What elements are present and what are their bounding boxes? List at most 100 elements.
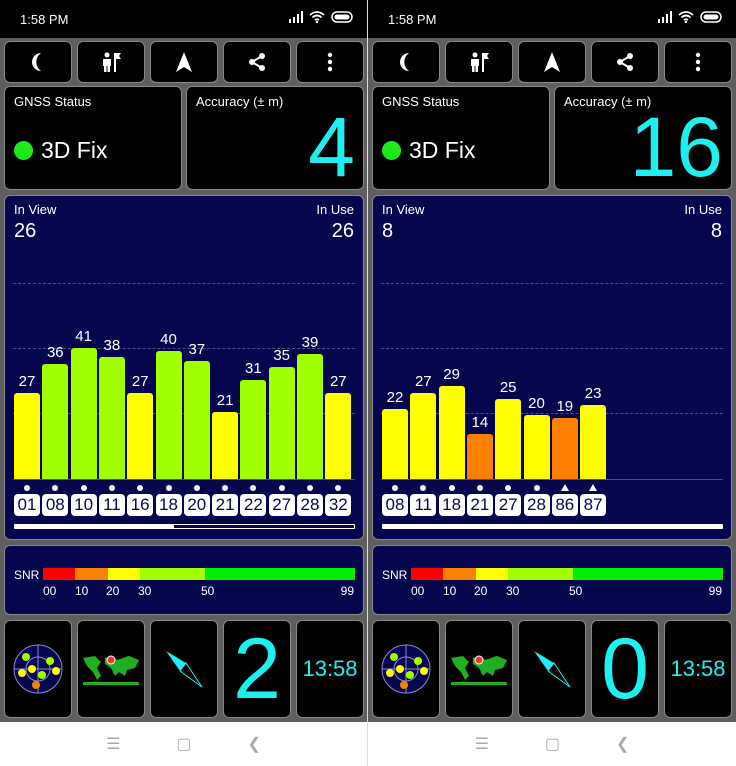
gnss-status-tile[interactable]: GNSS Status 3D Fix xyxy=(4,86,182,190)
clock-tile[interactable]: 13:58 xyxy=(664,620,732,718)
gridline xyxy=(13,283,355,284)
satellite-prn-label[interactable]: 32 xyxy=(325,494,352,516)
satellite-prn-label[interactable]: 28 xyxy=(297,494,323,516)
bar-value-label: 27 xyxy=(329,372,347,390)
snr-legend: SNR 00 10 20 30 50 99 xyxy=(372,545,732,615)
signal-icon xyxy=(658,11,672,23)
accuracy-value: 16 xyxy=(629,100,723,194)
satellite-prn-label[interactable]: 18 xyxy=(155,494,182,516)
accuracy-label: Accuracy (± m) xyxy=(196,94,284,109)
bar-value-label: 27 xyxy=(131,372,149,390)
menu-icon[interactable]: ☰ xyxy=(106,734,120,754)
satellite-prn-label[interactable]: 27 xyxy=(268,494,295,516)
snr-bar xyxy=(183,360,210,479)
more-options-button[interactable] xyxy=(296,41,364,83)
battery-icon xyxy=(700,11,722,23)
baseline xyxy=(381,479,723,480)
gnss-status-tile[interactable]: GNSS Status 3D Fix xyxy=(372,86,550,190)
snr-bar xyxy=(382,408,408,479)
chart-scrollbar[interactable] xyxy=(382,524,723,529)
navigation-arrow-icon xyxy=(176,52,192,72)
compass-tile[interactable] xyxy=(518,620,586,718)
accuracy-tile[interactable]: Accuracy (± m) 16 xyxy=(554,86,732,190)
snr-bar xyxy=(240,379,267,479)
satellite-prn-label[interactable]: 08 xyxy=(382,494,408,516)
snr-legend: SNR 00 10 20 30 50 99 xyxy=(4,545,364,615)
scrollbar-thumb[interactable] xyxy=(15,525,175,528)
satellite-prn-label[interactable]: 16 xyxy=(127,494,154,516)
snr-tick: 20 xyxy=(474,584,488,598)
menu-icon[interactable]: ☰ xyxy=(475,734,489,754)
dot-marker-icon xyxy=(80,485,87,491)
home-icon[interactable]: ▢ xyxy=(176,734,191,754)
satellite-prn-label[interactable]: 21 xyxy=(212,494,239,516)
night-mode-button[interactable] xyxy=(4,41,72,83)
satellite-prn-label[interactable]: 22 xyxy=(240,494,267,516)
waypoint-button[interactable] xyxy=(445,41,513,83)
clock-value: 13:58 xyxy=(302,656,358,681)
satellite-prn-label[interactable]: 11 xyxy=(98,494,125,516)
moon-icon xyxy=(400,53,409,71)
scrollbar-thumb[interactable] xyxy=(383,525,722,528)
world-map-tile[interactable] xyxy=(445,620,513,718)
navigation-button[interactable] xyxy=(150,41,218,83)
snr-bar xyxy=(495,399,522,479)
satellite-prn-label[interactable]: 10 xyxy=(70,494,97,516)
person-flag-icon xyxy=(471,52,489,72)
compass-icon xyxy=(534,651,571,688)
satellite-prn-label[interactable]: 08 xyxy=(42,494,69,516)
gnss-status-label: GNSS Status xyxy=(14,94,92,109)
status-time: 1:58 PM xyxy=(20,12,69,27)
accuracy-tile[interactable]: Accuracy (± m) 4 xyxy=(186,86,364,190)
sky-plot-tile[interactable] xyxy=(372,620,440,718)
phone-screen: 1:58 PM GNSS Status 3D Fix Accuracy (± m… xyxy=(0,0,368,766)
satellite-prn-label[interactable]: 01 xyxy=(14,494,40,516)
world-map-tile[interactable] xyxy=(77,620,145,718)
bar-value-label: 22 xyxy=(386,388,404,406)
baseline xyxy=(13,479,355,480)
dot-marker-icon xyxy=(24,485,30,491)
fix-indicator-icon xyxy=(14,141,33,160)
satellite-prn-label[interactable]: 21 xyxy=(466,494,493,516)
snr-bar-chart[interactable]: In View 8 In Use 8 22 08 27 11 29 18 14 21 25 27 2… xyxy=(372,195,732,540)
snr-tick: 00 xyxy=(43,584,57,598)
gnss-status-label: GNSS Status xyxy=(382,94,460,109)
satellite-prn-label[interactable]: 86 xyxy=(551,494,578,516)
compass-tile[interactable] xyxy=(150,620,218,718)
satellite-prn-label[interactable]: 28 xyxy=(523,494,550,516)
back-icon[interactable]: ❮ xyxy=(616,734,629,754)
navigation-button[interactable] xyxy=(518,41,586,83)
satellites-used-tile[interactable]: 0 xyxy=(591,620,659,718)
satellite-prn-label[interactable]: 11 xyxy=(410,494,437,516)
dot-marker-icon xyxy=(307,485,313,491)
triangle-marker-icon xyxy=(560,484,569,491)
more-options-button[interactable] xyxy=(664,41,732,83)
sky-plot-tile[interactable] xyxy=(4,620,72,718)
share-button[interactable] xyxy=(591,41,659,83)
clock-tile[interactable]: 13:58 xyxy=(296,620,364,718)
snr-bar-chart[interactable]: In View 26 In Use 26 27 01 36 08 41 10 38 11 27 1… xyxy=(4,195,364,540)
satellite-prn-label[interactable]: 18 xyxy=(438,494,465,516)
snr-bar xyxy=(70,347,97,479)
toolbar xyxy=(4,41,364,83)
back-icon[interactable]: ❮ xyxy=(248,734,261,754)
snr-bar xyxy=(297,354,323,479)
snr-bar xyxy=(155,351,182,479)
snr-tick: 10 xyxy=(75,584,89,598)
night-mode-button[interactable] xyxy=(372,41,440,83)
satellite-prn-label[interactable]: 87 xyxy=(580,494,607,516)
in-use-label: In Use xyxy=(316,202,354,217)
satellite-prn-label[interactable]: 20 xyxy=(183,494,210,516)
bar-value-label: 39 xyxy=(301,334,319,352)
waypoint-button[interactable] xyxy=(77,41,145,83)
status-bar: 1:58 PM xyxy=(0,0,367,38)
home-icon[interactable]: ▢ xyxy=(545,734,560,754)
moon-icon xyxy=(32,53,41,71)
chart-scrollbar[interactable] xyxy=(14,524,355,529)
share-button[interactable] xyxy=(223,41,291,83)
satellites-used-tile[interactable]: 2 xyxy=(223,620,291,718)
clock-value: 13:58 xyxy=(670,656,726,681)
satellite-prn-label[interactable]: 27 xyxy=(495,494,522,516)
snr-bar xyxy=(580,405,607,479)
snr-bar xyxy=(523,415,550,479)
